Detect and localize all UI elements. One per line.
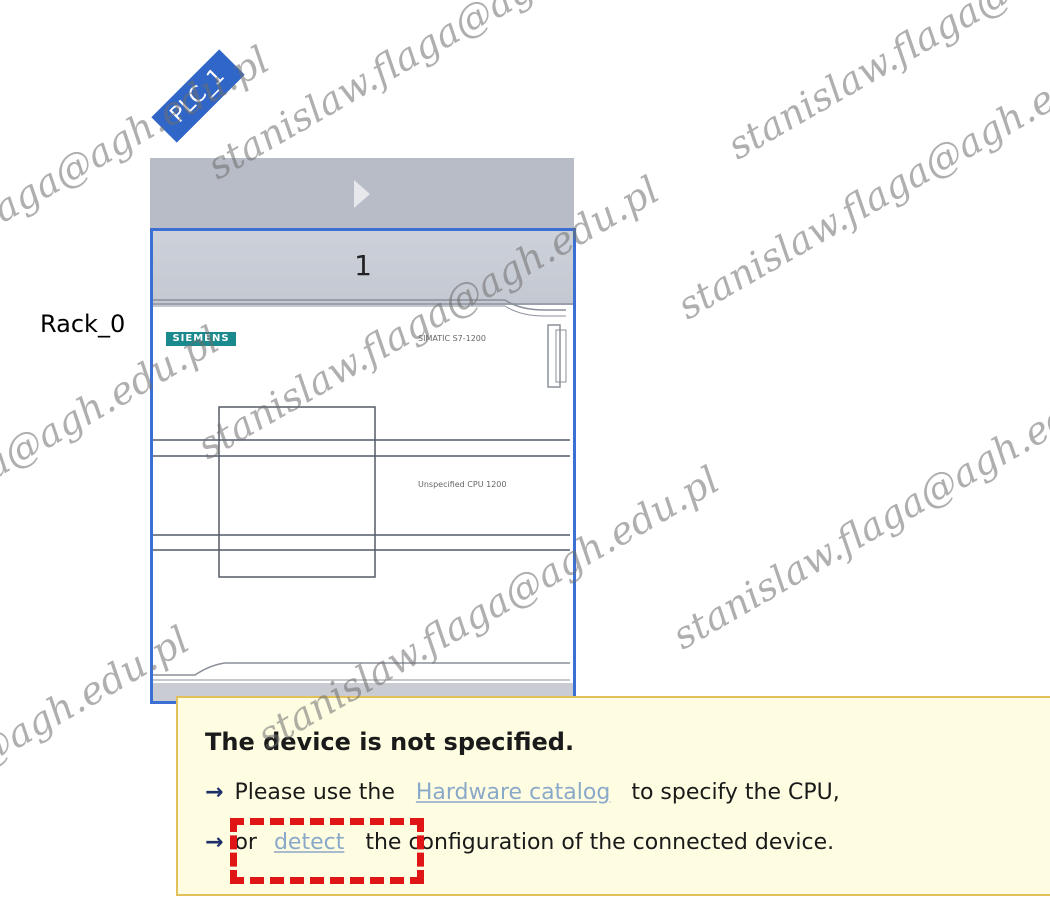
watermark: stanislaw.flaga@agh.edu.pl xyxy=(665,357,1050,659)
tooltip-line2-suffix: the configuration of the connected devic… xyxy=(365,830,835,855)
watermark: stanislaw.flaga@agh.edu.pl xyxy=(720,0,1050,169)
slot-header: 1 xyxy=(153,231,573,305)
play-arrow-icon[interactable] xyxy=(352,178,372,210)
siemens-logo: SIEMENS xyxy=(166,332,236,346)
tooltip-line-hardware-catalog: → Please use the Hardware catalog to spe… xyxy=(205,780,840,805)
slot-number: 1 xyxy=(354,249,372,282)
arrow-right-icon: → xyxy=(205,780,224,805)
device-view: PLC_1 Rack_0 1 SIEMENS SIMATIC S7-1200 U… xyxy=(0,0,1050,908)
model-label: SIMATIC S7-1200 xyxy=(418,334,486,343)
tooltip-title: The device is not specified. xyxy=(205,728,575,756)
cpu-slot[interactable]: 1 xyxy=(150,228,576,704)
hardware-catalog-link[interactable]: Hardware catalog xyxy=(416,780,610,805)
tooltip-line1-suffix: to specify the CPU, xyxy=(631,780,840,805)
plc-name-tag[interactable]: PLC_1 xyxy=(151,49,245,143)
rack-label: Rack_0 xyxy=(40,310,126,338)
watermark: stanislaw.flaga@agh.edu.pl xyxy=(670,27,1050,329)
detect-highlight-box xyxy=(230,818,424,884)
cpu-type-label: Unspecified CPU 1200 xyxy=(418,480,507,489)
tooltip-line1-prefix: Please use the xyxy=(234,780,395,805)
arrow-right-icon: → xyxy=(205,830,224,855)
